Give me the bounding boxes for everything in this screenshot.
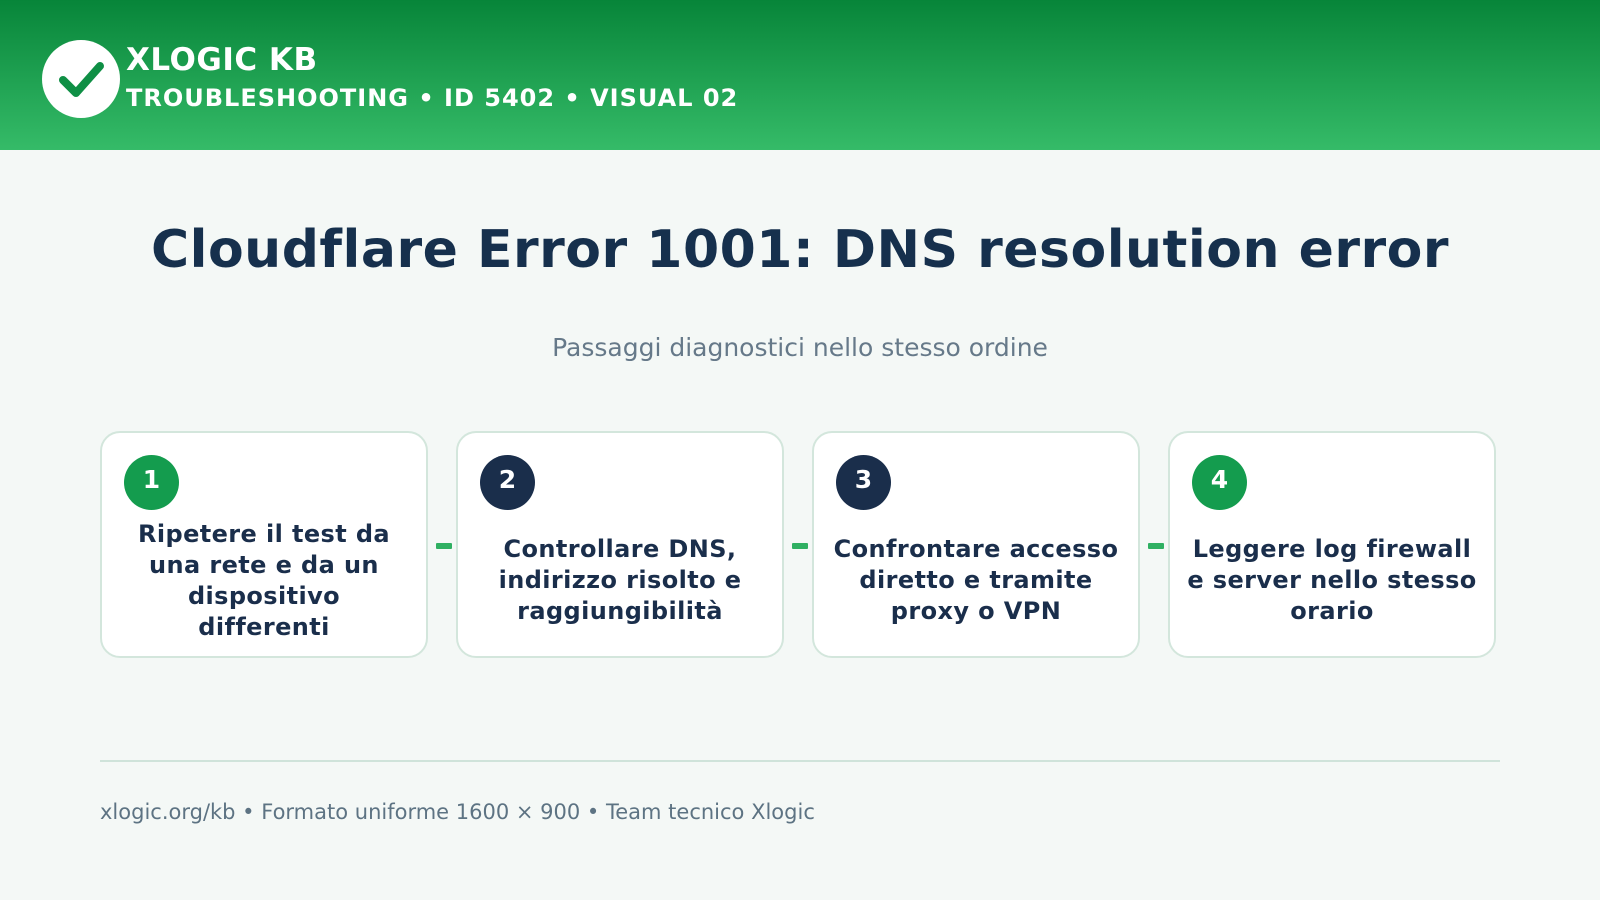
step-text: Confrontare accesso diretto e tramite pr… bbox=[833, 535, 1119, 625]
logo bbox=[42, 40, 120, 118]
step-connector bbox=[792, 543, 808, 549]
step-card-4: 4 Leggere log firewall e server nello st… bbox=[1168, 431, 1496, 658]
step-text: Ripetere il test da una rete e da un dis… bbox=[137, 519, 391, 641]
step-text: Leggere log firewall e server nello stes… bbox=[1187, 535, 1477, 625]
header-banner: XLOGIC KB TROUBLESHOOTING • ID 5402 • VI… bbox=[0, 0, 1600, 150]
step-number-badge: 1 bbox=[124, 455, 179, 510]
check-icon bbox=[59, 62, 104, 97]
step-card-2: 2 Controllare DNS, indirizzo risolto e r… bbox=[456, 431, 784, 658]
step-number-badge: 3 bbox=[836, 455, 891, 510]
page-subtitle: Passaggi diagnostici nello stesso ordine bbox=[552, 333, 1048, 362]
step-card-3: 3 Confrontare accesso diretto e tramite … bbox=[812, 431, 1140, 658]
step-connector bbox=[436, 543, 452, 549]
step-text: Controllare DNS, indirizzo risolto e rag… bbox=[498, 535, 742, 625]
footer-text: xlogic.org/kb • Formato uniforme 1600 × … bbox=[100, 800, 815, 824]
step-number-badge: 2 bbox=[480, 455, 535, 510]
article-meta: TROUBLESHOOTING • ID 5402 • VISUAL 02 bbox=[126, 84, 739, 112]
step-number-badge: 4 bbox=[1192, 455, 1247, 510]
step-card-1: 1 Ripetere il test da una rete e da un d… bbox=[100, 431, 428, 658]
step-connector bbox=[1148, 543, 1164, 549]
page-title: Cloudflare Error 1001: DNS resolution er… bbox=[150, 220, 1450, 280]
brand-name: XLOGIC KB bbox=[126, 42, 318, 78]
footer-divider bbox=[100, 760, 1500, 762]
